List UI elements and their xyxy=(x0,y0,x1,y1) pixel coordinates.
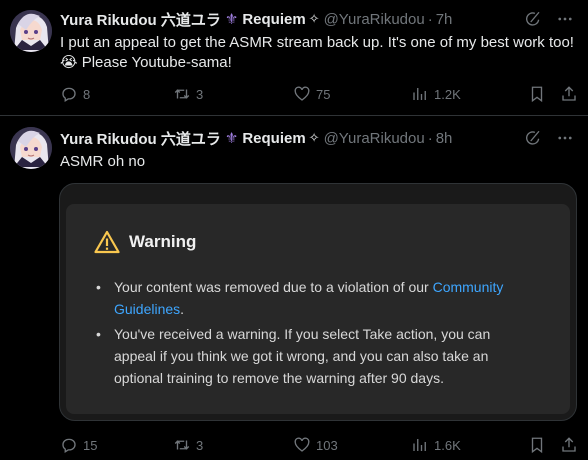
avatar[interactable] xyxy=(10,127,52,169)
separator-dot: · xyxy=(427,129,433,147)
community-guidelines-link: Community xyxy=(432,279,504,295)
heart-icon xyxy=(294,86,310,101)
fleur-de-lis-icon: ⚜ xyxy=(224,11,239,28)
tweet[interactable]: Yura Rikudou 六道ユラ ⚜ Requiem ✧ @YuraRikud… xyxy=(0,117,588,460)
user-handle[interactable]: @YuraRikudou xyxy=(324,11,425,28)
bookmark-button[interactable] xyxy=(528,435,546,455)
share-button[interactable] xyxy=(560,435,578,455)
display-name-suffix[interactable]: Requiem xyxy=(242,130,305,147)
display-name-suffix[interactable]: Requiem xyxy=(242,11,305,28)
display-name[interactable]: Yura Rikudou 六道ユラ xyxy=(60,9,221,30)
grok-icon[interactable] xyxy=(524,10,542,28)
view-count: 1.6K xyxy=(434,437,461,453)
more-options-icon[interactable] xyxy=(556,129,574,147)
views-button[interactable]: 1.2K xyxy=(411,84,461,104)
avatar[interactable] xyxy=(10,10,52,52)
tweet-actions: 8 3 75 1.2K xyxy=(60,84,576,104)
warning-item-text: Your content was removed due to a violat… xyxy=(114,279,433,295)
sparkle-icon: ✧ xyxy=(308,130,320,145)
retweet-count: 3 xyxy=(196,437,204,453)
bookmark-icon xyxy=(531,437,543,454)
like-button[interactable]: 103 xyxy=(293,435,338,455)
tweet-header: Yura Rikudou 六道ユラ ⚜ Requiem ✧ @YuraRikud… xyxy=(60,9,576,29)
like-count: 75 xyxy=(316,86,331,102)
user-handle[interactable]: @YuraRikudou xyxy=(324,130,425,147)
reply-count: 15 xyxy=(83,437,98,453)
reply-button[interactable]: 8 xyxy=(60,84,90,104)
share-icon xyxy=(562,86,576,101)
media-image[interactable]: Warning Your content was removed due to … xyxy=(59,183,577,421)
retweet-icon xyxy=(174,89,190,99)
like-button[interactable]: 75 xyxy=(293,84,330,104)
timestamp[interactable]: 8h xyxy=(436,130,453,147)
warning-item: You've received a warning. If you select… xyxy=(96,323,536,389)
warning-item-period: . xyxy=(180,301,185,317)
more-options-icon[interactable] xyxy=(556,10,574,28)
retweet-count: 3 xyxy=(196,86,204,102)
tweet-text: ASMR oh no xyxy=(60,153,146,170)
warning-list: Your content was removed due to a violat… xyxy=(96,276,536,392)
retweet-icon xyxy=(174,440,190,450)
tweet-header: Yura Rikudou 六道ユラ ⚜ Requiem ✧ @YuraRikud… xyxy=(60,128,576,148)
analytics-icon xyxy=(413,439,426,451)
display-name[interactable]: Yura Rikudou 六道ユラ xyxy=(60,128,221,149)
warning-item-text: You've received a warning. If you select… xyxy=(114,326,491,386)
reply-button[interactable]: 15 xyxy=(60,435,97,455)
reply-count: 8 xyxy=(83,86,91,102)
fleur-de-lis-icon: ⚜ xyxy=(224,130,239,147)
reply-icon xyxy=(62,87,76,102)
view-count: 1.2K xyxy=(434,86,461,102)
share-button[interactable] xyxy=(560,84,578,104)
warning-item: Your content was removed due to a violat… xyxy=(96,276,536,320)
like-count: 103 xyxy=(316,437,338,453)
warning-icon xyxy=(94,230,120,254)
reply-icon xyxy=(62,438,76,453)
sparkle-icon: ✧ xyxy=(308,11,320,26)
warning-panel: Warning Your content was removed due to … xyxy=(66,204,570,414)
timestamp[interactable]: 7h xyxy=(436,11,453,28)
community-guidelines-link-cont: Guidelines xyxy=(114,301,181,317)
tweet-text: I put an appeal to get the ASMR stream b… xyxy=(60,34,574,71)
views-button[interactable]: 1.6K xyxy=(411,435,461,455)
separator-dot: · xyxy=(427,10,433,28)
retweet-button[interactable]: 3 xyxy=(173,435,203,455)
grok-icon[interactable] xyxy=(524,129,542,147)
warning-title: Warning xyxy=(129,232,197,251)
tweet-actions: 15 3 103 1.6K xyxy=(60,435,576,455)
warning-header: Warning xyxy=(94,230,196,254)
analytics-icon xyxy=(413,88,426,100)
bookmark-button[interactable] xyxy=(528,84,546,104)
retweet-button[interactable]: 3 xyxy=(173,84,203,104)
share-icon xyxy=(562,437,576,452)
tweet[interactable]: Yura Rikudou 六道ユラ ⚜ Requiem ✧ @YuraRikud… xyxy=(0,0,588,116)
bookmark-icon xyxy=(531,86,543,103)
heart-icon xyxy=(294,437,310,452)
